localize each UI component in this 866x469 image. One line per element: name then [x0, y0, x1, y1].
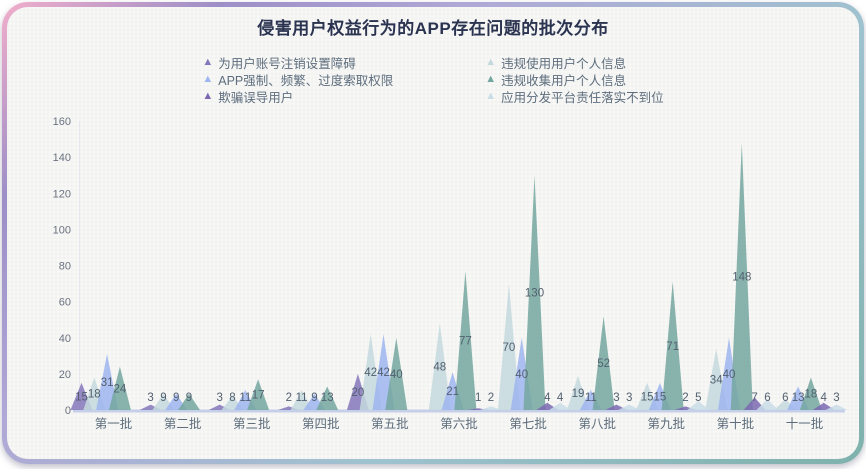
value-label: 130: [525, 288, 544, 300]
value-label: 11: [239, 392, 251, 404]
y-axis-tick-label: 0: [65, 405, 71, 417]
x-axis-category-label: 第七批: [509, 416, 547, 431]
value-label: 18: [805, 389, 818, 401]
value-label: 2: [286, 392, 292, 404]
value-label: 13: [321, 392, 334, 404]
value-label: 52: [597, 358, 610, 370]
x-axis-category-label: 十一批: [786, 416, 824, 431]
value-label: 7: [751, 392, 757, 404]
y-axis-tick-label: 160: [53, 116, 71, 128]
value-label: 34: [710, 374, 723, 386]
y-axis-tick-label: 60: [59, 297, 71, 309]
y-axis-tick-label: 20: [59, 369, 71, 381]
value-label: 148: [732, 271, 751, 283]
value-label: 24: [114, 383, 127, 395]
value-label: 2: [682, 392, 688, 404]
y-axis-tick-label: 100: [53, 224, 71, 236]
value-label: 31: [101, 377, 114, 389]
value-label: 18: [88, 389, 101, 401]
x-axis-category-label: 第三批: [233, 416, 271, 431]
x-axis-category-label: 第九批: [648, 416, 686, 431]
value-label: 42: [364, 367, 377, 379]
x-axis-category-label: 第十批: [717, 416, 755, 431]
value-label: 15: [641, 392, 654, 404]
x-axis-category-label: 第八批: [578, 416, 616, 431]
value-label: 9: [311, 392, 317, 404]
y-axis-tick-label: 80: [59, 261, 71, 273]
value-label: 3: [147, 392, 153, 404]
value-label: 6: [764, 392, 770, 404]
value-label: 3: [216, 392, 222, 404]
y-axis-tick-label: 40: [59, 333, 71, 345]
x-axis-category-label: 第六批: [440, 416, 478, 431]
value-label: 9: [186, 392, 192, 404]
value-label: 9: [173, 392, 179, 404]
value-label: 9: [160, 392, 166, 404]
value-label: 21: [446, 386, 459, 398]
value-label: 40: [390, 369, 403, 381]
value-label: 42: [377, 367, 390, 379]
value-label: 71: [666, 341, 679, 353]
value-label: 48: [433, 362, 446, 374]
value-label: 3: [613, 392, 619, 404]
value-label: 4: [557, 392, 564, 404]
x-axis-category-label: 第二批: [164, 416, 202, 431]
value-label: 40: [515, 369, 528, 381]
value-label: 6: [782, 392, 788, 404]
y-axis-tick-label: 120: [53, 188, 71, 200]
value-label: 4: [820, 392, 827, 404]
value-label: 13: [792, 392, 805, 404]
value-label: 70: [503, 342, 516, 354]
value-label: 3: [833, 392, 839, 404]
value-label: 40: [723, 369, 736, 381]
chart-canvas: 0204060801001201401601533220189811424870…: [7, 7, 859, 459]
value-label: 11: [296, 392, 308, 404]
value-label: 17: [252, 390, 265, 402]
x-axis-category-label: 第五批: [371, 416, 409, 431]
value-label: 19: [572, 388, 585, 400]
value-label: 20: [352, 387, 365, 399]
value-label: 5: [695, 392, 701, 404]
x-axis-category-label: 第一批: [95, 416, 133, 431]
value-label: 15: [75, 392, 88, 404]
card-gradient-border: 侵害用户权益行为的APP存在问题的批次分布 ▲为用户账号注销设置障碍▲APP强制…: [2, 2, 864, 464]
value-label: 15: [654, 392, 667, 404]
value-label: 8: [229, 392, 235, 404]
value-label: 2: [488, 392, 494, 404]
value-label: 3: [626, 392, 632, 404]
x-axis-category-label: 第四批: [302, 416, 340, 431]
value-label: 4: [544, 392, 551, 404]
value-label: 77: [459, 336, 472, 348]
chart-card: 侵害用户权益行为的APP存在问题的批次分布 ▲为用户账号注销设置障碍▲APP强制…: [7, 7, 859, 459]
y-axis-tick-label: 140: [53, 152, 71, 164]
value-label: 1: [475, 392, 481, 404]
value-label: 11: [585, 392, 597, 404]
